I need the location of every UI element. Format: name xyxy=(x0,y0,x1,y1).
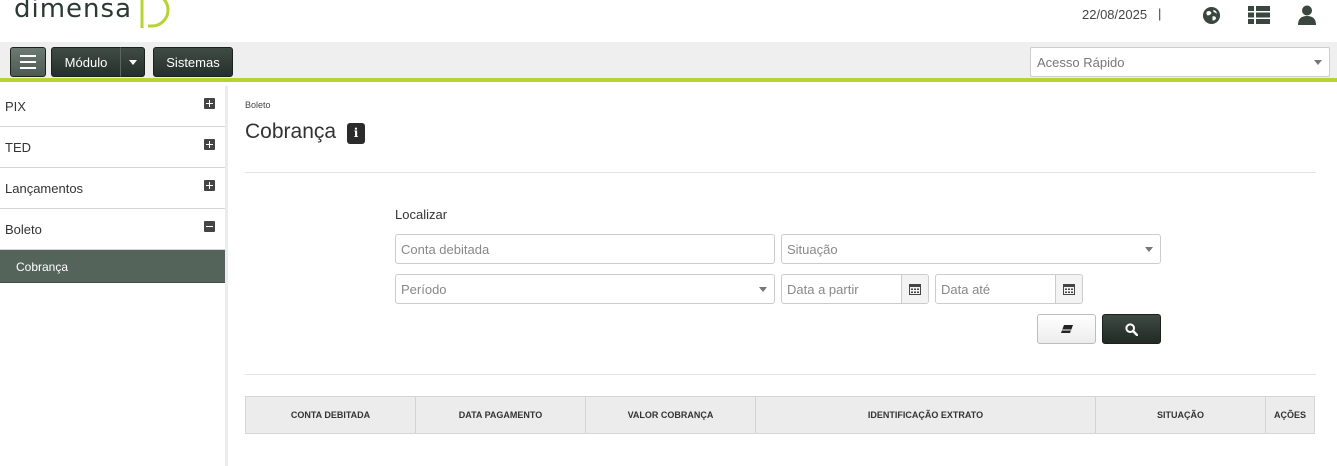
column-header[interactable]: IDENTIFICAÇÃO EXTRATO xyxy=(756,397,1096,433)
periodo-placeholder: Período xyxy=(401,282,447,297)
search-button[interactable] xyxy=(1102,314,1161,344)
sidebar-item-label: Lançamentos xyxy=(5,181,84,196)
column-header[interactable]: DATA PAGAMENTO xyxy=(416,397,586,433)
situacao-placeholder: Situação xyxy=(787,242,838,257)
sidebar-item-label: PIX xyxy=(5,99,26,114)
calendar-icon[interactable] xyxy=(901,275,928,303)
top-header: dimensa 22/08/2025 | xyxy=(0,0,1337,42)
breadcrumb[interactable]: Boleto xyxy=(245,100,271,110)
sidebar-item-pix[interactable]: PIX xyxy=(0,86,225,127)
sidebar-item-boleto[interactable]: Boleto xyxy=(0,209,225,250)
plus-icon[interactable] xyxy=(204,139,215,150)
quick-access-placeholder: Acesso Rápido xyxy=(1037,55,1125,70)
clear-filters-button[interactable] xyxy=(1037,314,1096,344)
chevron-down-icon xyxy=(1145,247,1153,252)
globe-icon[interactable] xyxy=(1200,4,1222,26)
conta-debitada-input[interactable] xyxy=(401,242,769,257)
modulo-button[interactable]: Módulo xyxy=(51,47,121,77)
user-icon[interactable] xyxy=(1296,4,1318,26)
plus-icon[interactable] xyxy=(204,98,215,109)
conta-debitada-field[interactable] xyxy=(395,234,775,264)
quick-access-select[interactable]: Acesso Rápido xyxy=(1030,47,1330,77)
header-separator: | xyxy=(1158,6,1162,21)
sistemas-button[interactable]: Sistemas xyxy=(153,47,233,77)
minus-icon[interactable] xyxy=(204,221,215,232)
current-date: 22/08/2025 xyxy=(1082,7,1148,22)
plus-icon[interactable] xyxy=(204,180,215,191)
logo-text: dimensa xyxy=(14,0,133,24)
search-section-label: Localizar xyxy=(395,207,448,222)
page-title: Cobrança xyxy=(245,120,337,143)
data-a-partir-input[interactable] xyxy=(787,282,897,297)
hamburger-icon xyxy=(20,55,36,57)
divider xyxy=(245,374,1316,375)
sidebar-item-label: Boleto xyxy=(5,222,42,237)
list-icon[interactable] xyxy=(1248,4,1270,26)
main-toolbar: Módulo Sistemas Acesso Rápido xyxy=(0,42,1337,82)
column-header[interactable]: CONTA DEBITADA xyxy=(246,397,416,433)
situacao-select[interactable]: Situação xyxy=(781,234,1161,264)
periodo-select[interactable]: Período xyxy=(395,274,775,304)
eraser-icon xyxy=(1060,325,1073,333)
sidebar-item-label: TED xyxy=(5,140,31,155)
calendar-icon[interactable] xyxy=(1055,275,1082,303)
sidebar-item-ted[interactable]: TED xyxy=(0,127,225,168)
data-ate-field[interactable] xyxy=(935,274,1083,304)
modulo-dropdown-button[interactable] xyxy=(120,47,145,77)
search-icon xyxy=(1125,322,1138,336)
column-header[interactable]: SITUAÇÃO xyxy=(1096,397,1266,433)
logo-mark-icon xyxy=(140,0,170,28)
menu-toggle-button[interactable] xyxy=(10,47,46,77)
sidebar-subitem-cobranca[interactable]: Cobrança xyxy=(0,250,225,283)
column-header[interactable]: VALOR COBRANÇA xyxy=(586,397,756,433)
caret-down-icon xyxy=(128,59,137,65)
data-ate-input[interactable] xyxy=(941,282,1051,297)
column-header: AÇÕES xyxy=(1273,410,1306,420)
chevron-down-icon xyxy=(1314,60,1322,65)
chevron-down-icon xyxy=(759,287,767,292)
data-a-partir-field[interactable] xyxy=(781,274,929,304)
info-icon[interactable]: i xyxy=(347,123,365,144)
divider xyxy=(245,172,1316,173)
results-table-header: CONTA DEBITADA DATA PAGAMENTO VALOR COBR… xyxy=(245,396,1315,434)
sidebar: PIX TED Lançamentos Boleto Cobrança xyxy=(0,86,228,466)
sidebar-item-lancamentos[interactable]: Lançamentos xyxy=(0,168,225,209)
dimensa-logo[interactable]: dimensa xyxy=(14,0,170,30)
